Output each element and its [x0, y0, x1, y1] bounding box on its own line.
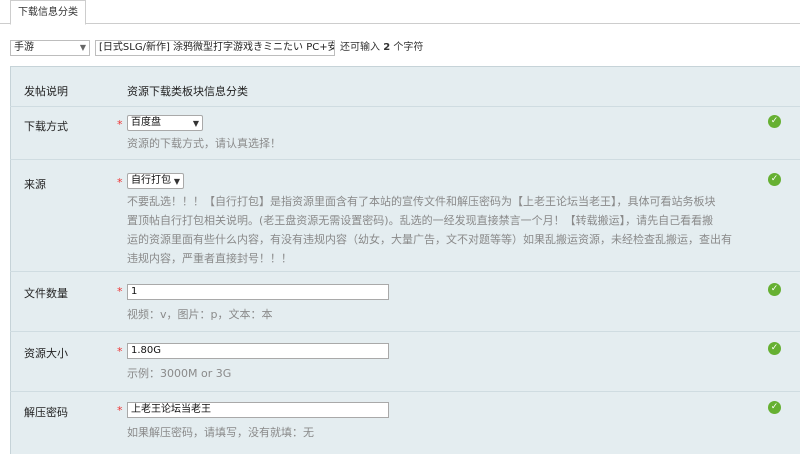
remaining-suffix: 个字符 — [393, 42, 424, 53]
tab-bar: 下载信息分类 — [0, 0, 800, 25]
check-circle-icon: ✓ — [768, 173, 781, 186]
subject-input[interactable]: [日式SLG/新作] 涂鸦微型打字游戏きミニたい PC+安卓 全 — [95, 40, 335, 56]
section-value: 资源下载类板块信息分类 — [127, 85, 248, 98]
download-label: 下载方式 — [24, 120, 68, 133]
file-count-hint: 视频：v，图片：p，文本：本 — [127, 308, 273, 321]
remaining-count: 2 — [383, 42, 391, 53]
size-input[interactable]: 1.80G — [127, 343, 389, 359]
size-label: 资源大小 — [24, 347, 68, 360]
source-label: 来源 — [24, 178, 46, 191]
source-hint-line: 置顶帖自行打包相关说明。(老王盘资源无需设置密码)。乱选的一经发现直接禁言一个月… — [127, 214, 714, 227]
check-circle-icon: ✓ — [768, 401, 781, 414]
source-select[interactable]: 自行打包 ▼ — [127, 173, 184, 189]
password-hint: 如果解压密码，请填写，没有就填：无 — [127, 426, 314, 439]
category-select-value: 手游 — [14, 42, 34, 53]
check-circle-icon: ✓ — [768, 115, 781, 128]
chevron-down-icon: ▼ — [192, 119, 199, 128]
remaining-chars: 还可输入 2 个字符 — [340, 40, 423, 56]
required-mark: * — [117, 285, 123, 298]
source-value: 自行打包 — [131, 175, 171, 186]
chevron-down-icon: ▼ — [173, 177, 180, 186]
category-select[interactable]: 手游 ▼ — [10, 40, 90, 56]
file-count-input[interactable]: 1 — [127, 284, 389, 300]
required-mark: * — [117, 404, 123, 417]
size-hint: 示例：3000M or 3G — [127, 367, 232, 380]
check-circle-icon: ✓ — [768, 283, 781, 296]
source-hint-line: 运的资源里面有些什么内容，有没有违规内容（幼女，大量广告，文不对题等等）如果乱搬… — [127, 233, 732, 246]
file-count-label: 文件数量 — [24, 287, 68, 300]
download-hint: 资源的下载方式，请认真选择！ — [127, 137, 281, 150]
remaining-prefix: 还可输入 — [340, 42, 380, 53]
source-hint-line: 不要乱选！！！【自行打包】是指资源里面含有了本站的宣传文件和解压密码为【上老王论… — [127, 195, 716, 208]
password-label: 解压密码 — [24, 406, 68, 419]
check-circle-icon: ✓ — [768, 342, 781, 355]
required-mark: * — [117, 176, 123, 189]
download-method-value: 百度盘 — [131, 117, 161, 128]
tab-download-info[interactable]: 下载信息分类 — [10, 0, 86, 25]
source-hint-line: 违规内容，严重者直接封号！！！ — [127, 252, 292, 265]
size-row — [10, 332, 800, 392]
required-mark: * — [117, 345, 123, 358]
chevron-down-icon: ▼ — [79, 43, 86, 52]
download-method-select[interactable]: 百度盘 ▼ — [127, 115, 203, 131]
password-input[interactable]: 上老王论坛当老王 — [127, 402, 389, 418]
section-label: 发帖说明 — [24, 85, 68, 98]
required-mark: * — [117, 118, 123, 131]
